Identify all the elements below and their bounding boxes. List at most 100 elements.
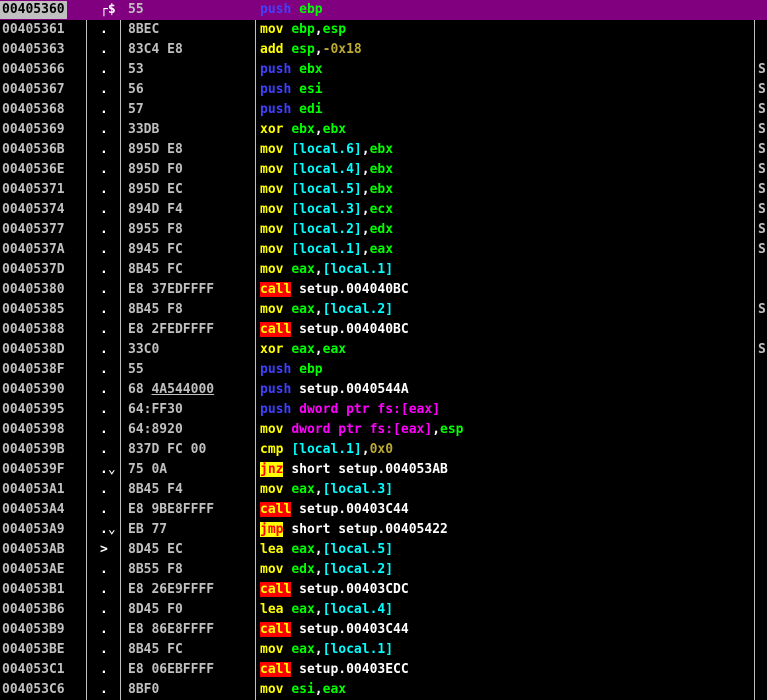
hex-byte-text: E8 86E8FFFF [128, 622, 215, 637]
instruction-token: lea [260, 602, 284, 617]
instruction-row[interactable]: 0040538F. 55 push ebp [0, 360, 767, 380]
hex-byte-text: 837D FC 00 [128, 442, 207, 457]
instruction-row[interactable]: 0040538D. 33C0 xor eax,eax S [0, 340, 767, 360]
jump-marker: . [100, 102, 108, 117]
instruction-token [291, 282, 299, 297]
hex-bytes-cell: 55 [128, 360, 144, 380]
hex-bytes-cell: 8B45 FC [128, 640, 183, 660]
instruction-row[interactable]: 0040539B. 837D FC 00 cmp [local.1],0x0 [0, 440, 767, 460]
address-cell: 00405371 [2, 182, 65, 197]
instruction-row[interactable]: 00405368. 57 push edi S [0, 100, 767, 120]
hex-bytes-cell: 8D45 F0 [128, 600, 183, 620]
instruction-token: ebp [299, 2, 323, 17]
hex-byte-text: E8 37EDFFFF [128, 282, 215, 297]
instruction-token [291, 662, 299, 677]
jump-marker: . [100, 662, 108, 677]
hex-bytes-cell: 33C0 [128, 340, 159, 360]
instruction-token: , [361, 182, 370, 197]
hex-bytes-cell: 8B55 F8 [128, 560, 183, 580]
instruction-row[interactable]: 004053B1. E8 26E9FFFF call setup.00403CDC [0, 580, 767, 600]
instruction-row[interactable]: 004053A4. E8 9BE8FFFF call setup.00403C44 [0, 500, 767, 520]
instruction-token: short setup.004053AB [291, 462, 448, 477]
instruction-row[interactable]: 00405388. E8 2FEDFFFF call setup.004040BC [0, 320, 767, 340]
instruction-token: eax [291, 602, 315, 617]
instruction-token [291, 362, 299, 377]
instruction-row[interactable]: 004053C6. 8BF0 mov esi,eax [0, 680, 767, 700]
instruction-token: mov [260, 22, 284, 37]
address-cell: 00405366 [2, 62, 65, 77]
instruction-row[interactable]: 004053AB >8D45 EC lea eax,[local.5] [0, 540, 767, 560]
instruction-cell: mov [local.4],ebx [260, 160, 393, 180]
disassembly-pane[interactable]: 00405360 ┌$ 55 push ebp 00405361. 8BEC mov ebp… [0, 0, 767, 700]
instruction-row-selected[interactable]: 00405360 ┌$ 55 push ebp [0, 0, 767, 20]
instruction-token: eax [291, 342, 315, 357]
jump-marker: . [100, 322, 108, 337]
jump-marker: . [100, 642, 108, 657]
hex-bytes-cell: 83C4 E8 [128, 40, 183, 60]
instruction-token: eax [291, 262, 315, 277]
instruction-token: eax [369, 242, 394, 257]
instruction-row[interactable]: 00405380. E8 37EDFFFF call setup.004040BC [0, 280, 767, 300]
instruction-row[interactable]: 0040539F .⌄ 75 0A jnz short setup.004053AB [0, 460, 767, 480]
instruction-row[interactable]: 004053C1. E8 06EBFFFF call setup.00403ECC [0, 660, 767, 680]
instruction-row[interactable]: 004053B9. E8 86E8FFFF call setup.00403C44 [0, 620, 767, 640]
address-cell: 00405361 [2, 22, 65, 37]
instruction-token: push [260, 362, 292, 377]
instruction-row[interactable]: 00405366. 53 push ebx S [0, 60, 767, 80]
instruction-cell: push ebp [260, 0, 323, 20]
instruction-row[interactable]: 00405371. 895D EC mov [local.5],ebx S [0, 180, 767, 200]
instruction-row[interactable]: 00405390. 68 4A544000 push setup.0040544A [0, 380, 767, 400]
jump-marker: . [100, 162, 108, 177]
instruction-row[interactable]: 00405395. 64:FF30 push dword ptr fs:[eax] [0, 400, 767, 420]
hex-bytes-cell: 8955 F8 [128, 220, 183, 240]
instruction-token: ebx [369, 182, 394, 197]
instruction-token: [local.4] [291, 162, 362, 177]
instruction-row[interactable]: 0040537D. 8B45 FC mov eax,[local.1] [0, 260, 767, 280]
instruction-token: call [260, 282, 292, 297]
jump-marker: . [100, 482, 108, 497]
instruction-row[interactable]: 0040536B. 895D E8 mov [local.6],ebx S [0, 140, 767, 160]
instruction-cell: jmp short setup.00405422 [260, 520, 448, 540]
jump-marker: . [100, 502, 108, 517]
instruction-token: , [432, 422, 441, 437]
address-cell: 00405374 [2, 202, 65, 217]
instruction-cell: mov [local.1],eax [260, 240, 393, 260]
address-cell: 00405380 [2, 282, 65, 297]
instruction-row[interactable]: 004053B6. 8D45 F0 lea eax,[local.4] [0, 600, 767, 620]
instruction-row[interactable]: 00405369. 33DB xor ebx,ebx S [0, 120, 767, 140]
instruction-token: ecx [369, 202, 394, 217]
address-cell: 00405367 [2, 82, 65, 97]
instruction-token: eax [291, 482, 315, 497]
instruction-row[interactable]: 004053BE. 8B45 FC mov eax,[local.1] [0, 640, 767, 660]
instruction-row[interactable]: 00405377. 8955 F8 mov [local.2],edx S [0, 220, 767, 240]
instruction-row[interactable]: 0040536E. 895D F0 mov [local.4],ebx S [0, 160, 767, 180]
address-cell: 0040537A [2, 242, 65, 257]
jump-marker: . [100, 62, 108, 77]
instruction-cell: mov edx,[local.2] [260, 560, 393, 580]
hex-byte-text: 8B45 F8 [128, 302, 183, 317]
instruction-cell: mov eax,[local.1] [260, 260, 393, 280]
instruction-token: mov [260, 182, 284, 197]
comment-cell: S [758, 102, 766, 117]
instruction-token: eax [291, 642, 315, 657]
instruction-token [291, 402, 299, 417]
instruction-row[interactable]: 0040537A. 8945 FC mov [local.1],eax S [0, 240, 767, 260]
instruction-row[interactable]: 00405367. 56 push esi S [0, 80, 767, 100]
jump-marker: . [100, 422, 108, 437]
instruction-token: , [314, 682, 323, 697]
instruction-row[interactable]: 00405361. 8BEC mov ebp,esp [0, 20, 767, 40]
instruction-row[interactable]: 00405374. 894D F4 mov [local.3],ecx S [0, 200, 767, 220]
instruction-row[interactable]: 004053AE. 8B55 F8 mov edx,[local.2] [0, 560, 767, 580]
instruction-row[interactable]: 004053A1. 8B45 F4 mov eax,[local.3] [0, 480, 767, 500]
instruction-token: mov [260, 222, 284, 237]
instruction-row[interactable]: 00405363. 83C4 E8 add esp,-0x18 [0, 40, 767, 60]
instruction-row[interactable]: 004053A9 .⌄ EB 77 jmp short setup.00405422 [0, 520, 767, 540]
instruction-token: mov [260, 562, 284, 577]
jump-marker: . [100, 302, 108, 317]
hex-bytes-cell: 895D F0 [128, 160, 183, 180]
instruction-token: mov [260, 242, 284, 257]
instruction-row[interactable]: 00405398. 64:8920 mov dword ptr fs:[eax],e… [0, 420, 767, 440]
instruction-row[interactable]: 00405385. 8B45 F8 mov eax,[local.2] S [0, 300, 767, 320]
hex-bytes-cell: 75 0A [128, 460, 167, 480]
instruction-token: [local.5] [322, 542, 394, 557]
